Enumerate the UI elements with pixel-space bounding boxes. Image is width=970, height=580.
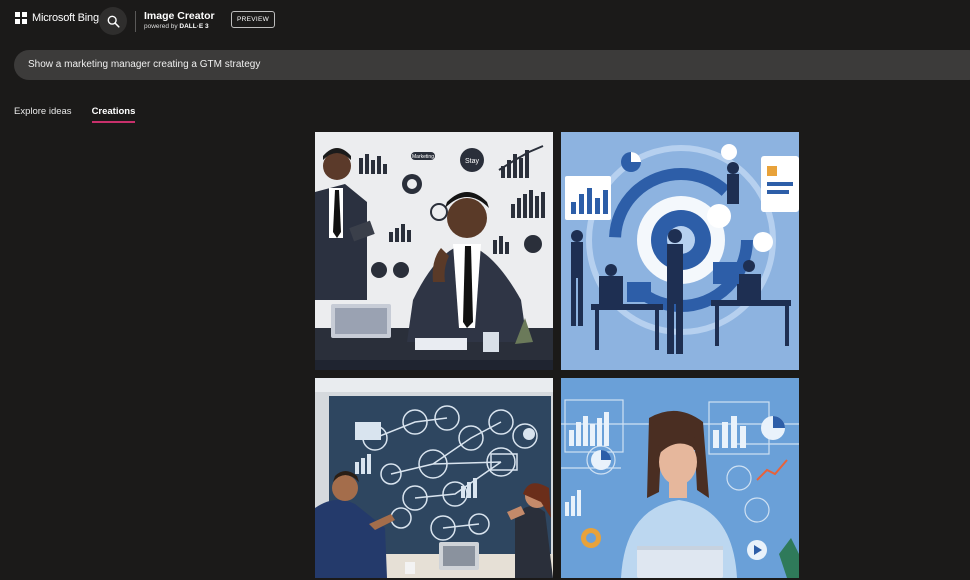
- top-bar: Microsoft Bing Image Creator powered by …: [0, 0, 970, 42]
- tab-explore-ideas[interactable]: Explore ideas: [14, 106, 72, 117]
- product-subtitle: powered by DALL·E 3: [144, 22, 215, 32]
- prompt-text: Show a marketing manager creating a GTM …: [28, 59, 261, 70]
- search-button[interactable]: [99, 7, 127, 35]
- image-1-bubble-text: Stay: [465, 158, 480, 165]
- product-title: Image Creator: [144, 10, 215, 22]
- image-2-illustration: [561, 132, 799, 370]
- search-icon: [107, 15, 120, 28]
- header-divider: [135, 11, 136, 32]
- generated-image-2[interactable]: [561, 132, 799, 370]
- image-1-tag-text: Marketing: [412, 154, 434, 160]
- preview-badge[interactable]: PREVIEW: [231, 11, 275, 28]
- generated-image-4[interactable]: [561, 378, 799, 578]
- tab-creations[interactable]: Creations: [91, 106, 135, 123]
- image-4-illustration: [561, 378, 799, 578]
- microsoft-logo-icon: [15, 12, 27, 24]
- generated-image-1[interactable]: Stay Marketing: [315, 132, 553, 370]
- powered-by-text: powered by: [144, 23, 180, 30]
- generated-image-3[interactable]: [315, 378, 553, 578]
- image-1-illustration: Stay Marketing: [315, 132, 553, 370]
- bing-logo[interactable]: Microsoft Bing: [15, 12, 99, 24]
- product-title-block[interactable]: Image Creator powered by DALL·E 3: [144, 10, 215, 32]
- model-name: DALL·E 3: [179, 23, 209, 30]
- image-3-illustration: [315, 378, 553, 578]
- tab-bar: Explore ideas Creations: [14, 106, 135, 123]
- prompt-input[interactable]: Show a marketing manager creating a GTM …: [14, 50, 970, 80]
- brand-name: Microsoft Bing: [32, 12, 99, 24]
